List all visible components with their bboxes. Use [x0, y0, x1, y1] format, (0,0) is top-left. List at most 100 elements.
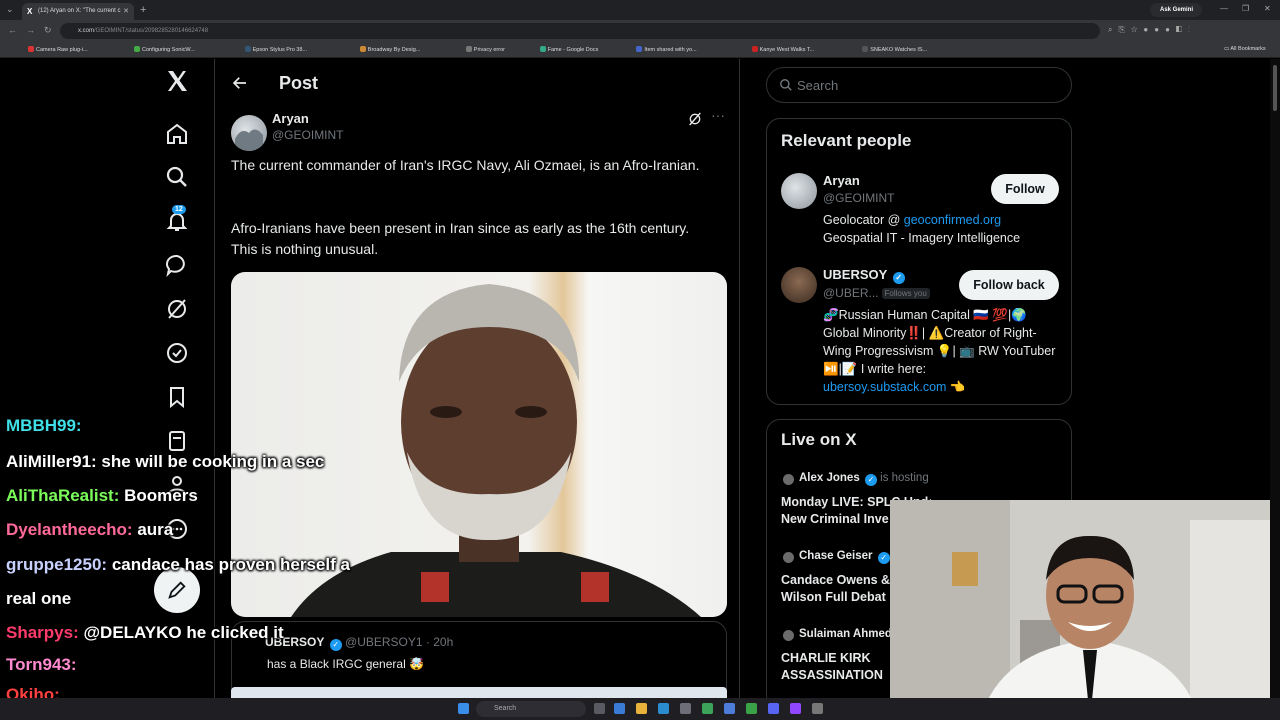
- bookmark-favicon-icon: [244, 46, 251, 52]
- grok-explain-icon[interactable]: [687, 111, 703, 127]
- forward-icon[interactable]: →: [26, 25, 35, 35]
- person-name[interactable]: Aryan: [823, 173, 860, 188]
- chat-message: gruppe1250: candace has proven herself a: [6, 555, 350, 575]
- bookmark-item[interactable]: Privacy error: [465, 46, 505, 53]
- new-tab-icon[interactable]: +: [140, 4, 146, 16]
- chrome-icon[interactable]: [702, 703, 713, 714]
- bookmark-item[interactable]: Camera Raw plug-i...: [28, 46, 88, 53]
- chat-message: AliMiller91: she will be cooking in a se…: [6, 452, 324, 472]
- follow-back-button[interactable]: Follow back: [959, 270, 1059, 300]
- app-icon[interactable]: [812, 703, 823, 714]
- page-scrollbar[interactable]: [1270, 59, 1280, 700]
- taskbar-search-label: Search: [494, 705, 517, 712]
- verified-badge-icon: ✓: [864, 474, 877, 486]
- author-handle[interactable]: @GEOIMINT: [272, 128, 344, 142]
- follow-button[interactable]: Follow: [991, 174, 1059, 204]
- twitch-icon[interactable]: [790, 703, 801, 714]
- search-input[interactable]: Search: [766, 67, 1072, 103]
- browser-tab[interactable]: X (12) Aryan on X: "The current c ✕: [22, 3, 134, 20]
- bio-link[interactable]: geoconfirmed.org: [904, 213, 1001, 227]
- chat-username[interactable]: Torn943:: [6, 655, 77, 674]
- live-host[interactable]: Chase Geiser ✓: [799, 550, 890, 564]
- person-bio: 🧬Russian Human Capital 🇷🇺 💯|🌍 Global Min…: [823, 308, 1056, 394]
- bio-link[interactable]: ubersoy.substack.com: [823, 380, 946, 394]
- url-path: /GEOIMINT/status/2098285280146624748: [94, 28, 209, 34]
- chat-username[interactable]: MBBH99:: [6, 416, 82, 435]
- verified-orgs-icon[interactable]: [165, 341, 189, 365]
- bookmark-item[interactable]: Broadway By Desig...: [359, 46, 420, 53]
- bookmark-item[interactable]: Configuring SonicW...: [134, 46, 195, 53]
- x-logo-icon[interactable]: [165, 69, 189, 93]
- chat-text: candace has proven herself a: [107, 555, 350, 574]
- tab-close-icon[interactable]: ✕: [123, 7, 129, 15]
- post-header: Post: [215, 59, 741, 109]
- search-placeholder: Search: [797, 78, 839, 93]
- bookmark-item[interactable]: Item shared with yo...: [636, 46, 697, 53]
- address-bar[interactable]: x.com/GEOIMINT/status/209828528014662474…: [60, 23, 1100, 39]
- xbox-icon[interactable]: [746, 703, 757, 714]
- chat-username[interactable]: Sharpys:: [6, 623, 79, 642]
- live-host[interactable]: Sulaiman Ahmed: [799, 628, 892, 640]
- scrollbar-thumb[interactable]: [1273, 65, 1277, 111]
- more-options-icon[interactable]: ···: [711, 107, 725, 123]
- windows-start-icon[interactable]: [458, 703, 469, 714]
- discord-icon[interactable]: [768, 703, 779, 714]
- host-avatar[interactable]: [783, 552, 794, 563]
- bookmarks-icon[interactable]: [165, 385, 189, 409]
- x-favicon-icon: X: [27, 7, 33, 16]
- chat-text: aura: [132, 520, 174, 539]
- chat-message: Sharpys: @DELAYKO he clicked it: [6, 623, 284, 643]
- host-avatar[interactable]: [783, 474, 794, 485]
- grok-icon[interactable]: [165, 297, 189, 321]
- bookmark-favicon-icon: [134, 46, 140, 52]
- minimize-icon[interactable]: —: [1220, 4, 1228, 13]
- bookmark-item[interactable]: Kanye West Walks T...: [751, 46, 814, 53]
- extension-icons[interactable]: ⌕⎘☆●●●◧⋮: [1108, 25, 1196, 35]
- task-view-icon[interactable]: [594, 703, 605, 714]
- taskbar-search[interactable]: Search: [476, 701, 586, 717]
- host-avatar[interactable]: [783, 630, 794, 641]
- person-handle[interactable]: @GEOIMINT: [823, 191, 895, 205]
- chat-username[interactable]: Dyelantheecho:: [6, 520, 133, 539]
- close-window-icon[interactable]: ✕: [1264, 4, 1271, 13]
- chat-username[interactable]: AliThaRealist:: [6, 486, 119, 505]
- grok-chat-icon[interactable]: [165, 253, 189, 278]
- bookmarks-bar: ▭ All Bookmarks Camera Raw plug-i... Conf…: [0, 42, 1280, 58]
- app-icon[interactable]: [680, 703, 691, 714]
- aryan-avatar[interactable]: [781, 173, 817, 209]
- all-bookmarks[interactable]: ▭ All Bookmarks: [1224, 46, 1266, 52]
- bio-rest: Geospatial IT - Imagery Intelligence: [823, 231, 1021, 245]
- live-host[interactable]: Alex Jones ✓ is hosting: [799, 472, 929, 486]
- reload-icon[interactable]: ↻: [44, 25, 52, 36]
- edge-icon[interactable]: [614, 703, 625, 714]
- store-icon[interactable]: [658, 703, 669, 714]
- tab-search-icon[interactable]: ⌄: [6, 4, 14, 15]
- bookmark-item[interactable]: Fame - Google Docs: [539, 46, 598, 53]
- chat-username[interactable]: AliMiller91:: [6, 452, 97, 471]
- bookmark-item[interactable]: SNEAKO Watches IS...: [862, 46, 927, 53]
- chat-text: she will be cooking in a sec: [96, 452, 325, 471]
- back-arrow-icon[interactable]: [231, 74, 249, 92]
- maximize-icon[interactable]: ❐: [1242, 4, 1249, 13]
- ubersoy-avatar[interactable]: [781, 267, 817, 303]
- author-avatar[interactable]: [231, 115, 267, 151]
- verified-badge-icon: ✓: [877, 552, 890, 564]
- webcam-video: [890, 500, 1270, 720]
- file-explorer-icon[interactable]: [636, 703, 647, 714]
- home-icon[interactable]: [165, 122, 189, 146]
- windows-taskbar: Search: [0, 698, 1280, 720]
- relevant-people-panel: Relevant people Aryan @GEOIMINT Follow G…: [766, 118, 1072, 405]
- url-host: x.com: [78, 28, 95, 34]
- chat-message: real one: [6, 589, 71, 609]
- browser-tab-strip: ⌄ X (12) Aryan on X: "The current c ✕ + …: [0, 0, 1280, 20]
- browser-toolbar: ← → ↻ x.com/GEOIMINT/status/209828528014…: [0, 20, 1280, 42]
- bookmark-item[interactable]: Epson Stylus Pro 38...: [244, 46, 307, 53]
- person-bio: Geolocator @ geoconfirmed.org Geospatial…: [823, 211, 1063, 247]
- chat-username[interactable]: gruppe1250:: [6, 555, 107, 574]
- app-icon[interactable]: [724, 703, 735, 714]
- explore-search-icon[interactable]: [165, 165, 189, 189]
- back-icon[interactable]: ←: [8, 25, 17, 35]
- ask-gemini-button[interactable]: Ask Gemini: [1150, 3, 1202, 17]
- person-name[interactable]: UBERSOY ✓: [823, 267, 905, 284]
- author-name[interactable]: Aryan: [272, 111, 309, 126]
